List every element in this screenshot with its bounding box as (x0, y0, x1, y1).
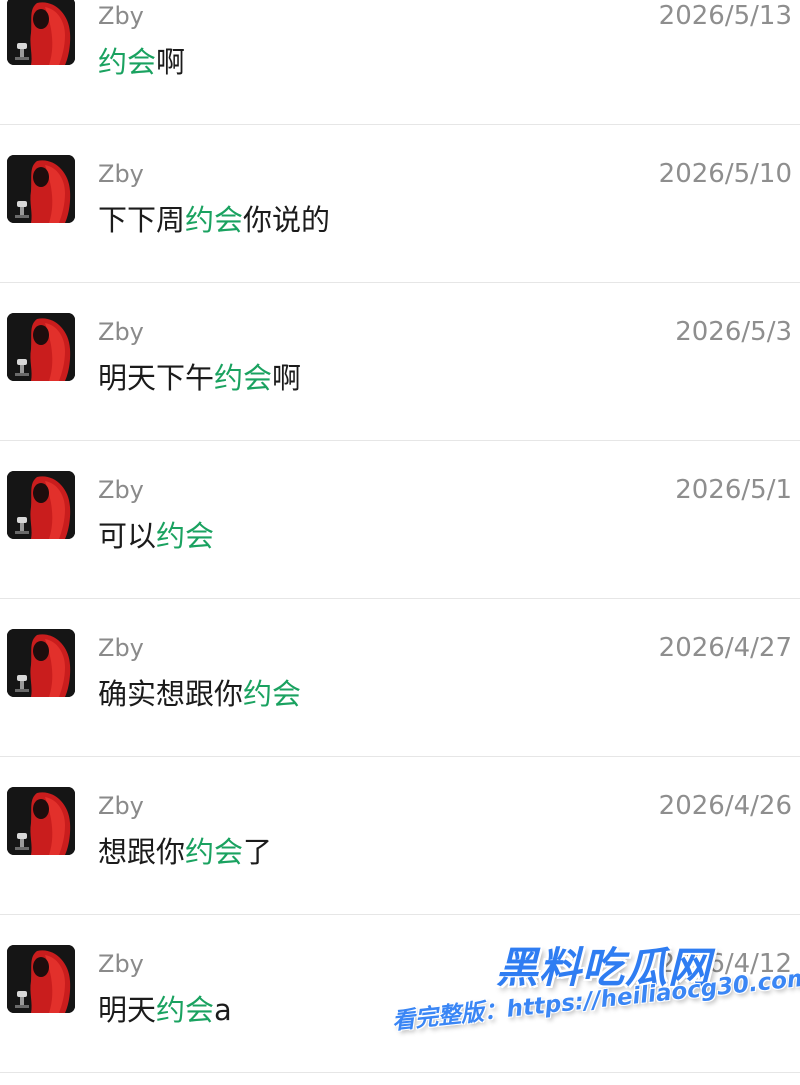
keyword-highlight: 约会 (156, 993, 215, 1027)
search-results-list: Zby 2026/5/13 约会啊 Zby 2026/5/10 下下周约会你说的 Zby 20… (0, 0, 800, 1073)
result-row[interactable]: Zby 2026/4/26 想跟你约会了 (0, 757, 800, 915)
avatar (7, 313, 75, 381)
result-row[interactable]: Zby 2026/5/10 下下周约会你说的 (0, 125, 800, 283)
snippet-text: 确实想跟你 (98, 677, 244, 711)
red-hooded-figure-avatar-icon (7, 471, 75, 539)
red-hooded-figure-avatar-icon (7, 0, 75, 65)
keyword-highlight: 约会 (214, 361, 273, 395)
avatar (7, 0, 75, 65)
message-date: 2026/5/1 (675, 475, 792, 505)
result-row[interactable]: Zby 2026/5/1 可以约会 (0, 441, 800, 599)
snippet-text: 你说的 (243, 203, 331, 237)
contact-name: Zby (98, 950, 144, 978)
message-date: 2026/5/3 (675, 317, 792, 347)
avatar (7, 471, 75, 539)
avatar (7, 945, 75, 1013)
contact-name: Zby (98, 2, 144, 30)
red-hooded-figure-avatar-icon (7, 155, 75, 223)
contact-name: Zby (98, 792, 144, 820)
message-date: 2026/4/27 (658, 633, 792, 663)
snippet-text: 下下周 (98, 203, 186, 237)
message-date: 2026/5/13 (658, 1, 792, 31)
message-date: 2026/4/12 (658, 949, 792, 979)
snippet-text: 了 (243, 835, 273, 869)
snippet-text: 明天下午 (98, 361, 215, 395)
contact-name: Zby (98, 476, 144, 504)
message-snippet: 确实想跟你约会 (98, 674, 301, 714)
snippet-text: 想跟你 (98, 835, 186, 869)
message-snippet: 约会啊 (98, 42, 185, 82)
message-date: 2026/4/26 (658, 791, 792, 821)
message-snippet: 明天下午约会啊 (98, 358, 301, 398)
snippet-text: 啊 (272, 361, 302, 395)
message-snippet: 下下周约会你说的 (98, 200, 330, 240)
message-snippet: 明天约会a (98, 990, 232, 1030)
avatar (7, 629, 75, 697)
keyword-highlight: 约会 (156, 519, 215, 553)
message-snippet: 可以约会 (98, 516, 214, 556)
result-row[interactable]: Zby 2026/5/13 约会啊 (0, 0, 800, 125)
contact-name: Zby (98, 318, 144, 346)
snippet-text: 可以 (98, 519, 157, 553)
keyword-highlight: 约会 (243, 677, 302, 711)
result-row[interactable]: Zby 2026/5/3 明天下午约会啊 (0, 283, 800, 441)
result-row[interactable]: Zby 2026/4/27 确实想跟你约会 (0, 599, 800, 757)
red-hooded-figure-avatar-icon (7, 787, 75, 855)
red-hooded-figure-avatar-icon (7, 629, 75, 697)
snippet-text: 啊 (156, 45, 186, 79)
snippet-text: a (214, 993, 232, 1027)
contact-name: Zby (98, 160, 144, 188)
keyword-highlight: 约会 (185, 203, 244, 237)
keyword-highlight: 约会 (185, 835, 244, 869)
result-row[interactable]: Zby 2026/4/12 明天约会a (0, 915, 800, 1073)
keyword-highlight: 约会 (98, 45, 157, 79)
red-hooded-figure-avatar-icon (7, 945, 75, 1013)
avatar (7, 787, 75, 855)
message-date: 2026/5/10 (658, 159, 792, 189)
snippet-text: 明天 (98, 993, 157, 1027)
red-hooded-figure-avatar-icon (7, 313, 75, 381)
contact-name: Zby (98, 634, 144, 662)
message-snippet: 想跟你约会了 (98, 832, 272, 872)
avatar (7, 155, 75, 223)
